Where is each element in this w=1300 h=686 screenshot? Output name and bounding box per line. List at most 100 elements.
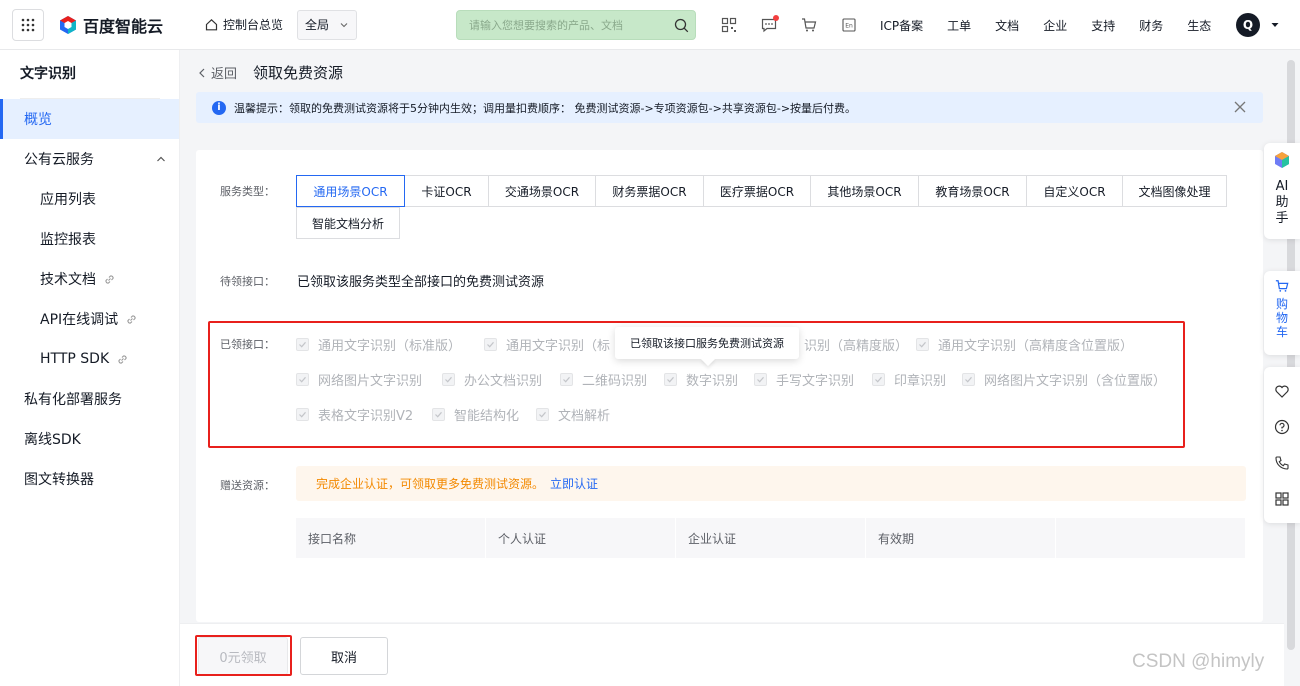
sidebar-item-overview[interactable]: 概览: [0, 99, 179, 139]
claimed-checkbox: 表格文字识别V2: [296, 405, 413, 424]
qrcode-icon[interactable]: [718, 14, 740, 36]
sidebar-item-monitor[interactable]: 监控报表: [0, 219, 179, 259]
search-box[interactable]: [456, 10, 696, 40]
top-icon-group: En: [718, 14, 860, 36]
language-icon[interactable]: En: [838, 14, 860, 36]
sidebar-item-converter[interactable]: 图文转换器: [0, 459, 179, 499]
info-icon: i: [212, 100, 226, 115]
tab-doc-image[interactable]: 文档图像处理: [1122, 175, 1227, 207]
ai-assistant-label: AI助手: [1275, 179, 1289, 226]
sidebar-item-app-list[interactable]: 应用列表: [0, 179, 179, 219]
avatar[interactable]: Q: [1236, 13, 1260, 37]
claimed-checkbox: 智能结构化: [432, 405, 519, 424]
nav-icp[interactable]: ICP备案: [880, 17, 923, 34]
brand-logo[interactable]: 百度智能云: [58, 13, 163, 37]
baidu-cloud-logo-icon: [60, 15, 76, 34]
col-empty: [1056, 518, 1246, 558]
sidebar-item-http-sdk[interactable]: HTTP SDK: [0, 339, 179, 379]
cart-icon[interactable]: [798, 14, 820, 36]
claimed-checkbox: 手写文字识别: [754, 370, 854, 389]
checkmark-icon: [296, 338, 309, 351]
chevron-left-icon: [199, 68, 205, 77]
top-nav: ICP备案 工单 文档 企业 支持 财务 生态: [880, 0, 1235, 50]
region-select[interactable]: 全局: [297, 9, 358, 40]
claim-button[interactable]: 0元领取: [198, 637, 288, 675]
nav-finance[interactable]: 财务: [1139, 17, 1163, 34]
claimed-tooltip: 已领取该接口服务免费测试资源: [615, 327, 799, 359]
resource-table-header: 接口名称 个人认证 企业认证 有效期: [296, 518, 1246, 558]
message-icon[interactable]: [758, 14, 780, 36]
checkmark-icon: [536, 408, 549, 421]
cart-float-button[interactable]: 购物车: [1264, 271, 1300, 355]
checkmark-icon: [872, 373, 885, 386]
checkmark-icon: [296, 373, 309, 386]
pending-text: 已领取该服务类型全部接口的免费测试资源: [297, 275, 545, 290]
gift-banner: 完成企业认证，可领取更多免费测试资源。 立即认证: [296, 466, 1246, 501]
claimed-label: 已领接口：: [220, 338, 275, 351]
verify-link[interactable]: 立即认证: [550, 475, 598, 492]
claimed-checkbox: 通用文字识别（高精度含位置版）: [916, 335, 1133, 354]
sidebar-item-offline-sdk[interactable]: 离线SDK: [0, 419, 179, 459]
claimed-checkbox: 通用文字识别（标准版）: [296, 335, 461, 354]
watermark: CSDN @himyly: [1132, 651, 1265, 672]
nav-enterprise[interactable]: 企业: [1043, 17, 1067, 34]
col-api-name: 接口名称: [296, 518, 486, 558]
checkmark-icon: [560, 373, 573, 386]
ai-assistant-button[interactable]: AI助手: [1264, 143, 1300, 239]
sidebar-item-tech-docs[interactable]: 技术文档: [0, 259, 179, 299]
apps-icon[interactable]: [1274, 491, 1290, 507]
search-icon: [674, 18, 689, 32]
link-icon: [118, 354, 127, 364]
app-grid-button[interactable]: [12, 8, 44, 41]
sidebar-item-api-debug[interactable]: API在线调试: [0, 299, 179, 339]
home-icon: [205, 18, 218, 31]
tab-education-ocr[interactable]: 教育场景OCR: [918, 175, 1027, 207]
console-overview-link[interactable]: 控制台总览: [205, 16, 283, 33]
cancel-button[interactable]: 取消: [300, 637, 388, 675]
back-link[interactable]: 返回: [196, 63, 237, 82]
page-title: 领取免费资源: [253, 64, 344, 82]
page-header: 返回 领取免费资源: [196, 62, 343, 83]
search-input[interactable]: [469, 18, 649, 32]
grid-icon: [21, 18, 35, 31]
chevron-up-icon: [157, 156, 165, 162]
col-personal: 个人认证: [486, 518, 676, 558]
cart-label: 购物车: [1275, 297, 1288, 339]
ai-assistant-icon: [1275, 152, 1289, 168]
brand-name: 百度智能云: [83, 16, 164, 36]
tab-other-ocr[interactable]: 其他场景OCR: [810, 175, 919, 207]
tab-custom-ocr[interactable]: 自定义OCR: [1026, 175, 1123, 207]
checkmark-icon: [484, 338, 497, 351]
claimed-checkbox: 数字识别: [664, 370, 738, 389]
tab-traffic-ocr[interactable]: 交通场景OCR: [488, 175, 596, 207]
tab-card-ocr[interactable]: 卡证OCR: [404, 175, 489, 207]
notification-dot: [773, 15, 779, 21]
tab-medical-ocr[interactable]: 医疗票据OCR: [703, 175, 811, 207]
tab-doc-analysis[interactable]: 智能文档分析: [296, 207, 400, 239]
claimed-checkbox: 识别（高精度版）: [804, 339, 909, 354]
claimed-checkbox: 二维码识别: [560, 370, 647, 389]
close-icon[interactable]: [1233, 100, 1247, 114]
phone-icon[interactable]: [1274, 455, 1290, 471]
svg-text:En: En: [845, 23, 853, 30]
notice-text: 温馨提示：领取的免费测试资源将于5分钟内生效；调用量扣费顺序： 免费测试资源->…: [234, 101, 857, 115]
sidebar-item-private-deploy[interactable]: 私有化部署服务: [0, 379, 179, 419]
heart-icon[interactable]: [1274, 383, 1290, 399]
nav-ecosystem[interactable]: 生态: [1187, 17, 1211, 34]
help-icon[interactable]: [1274, 419, 1290, 435]
checkmark-icon: [916, 338, 929, 351]
tab-general-ocr[interactable]: 通用场景OCR: [296, 175, 405, 207]
claimed-checkbox: 网络图片文字识别: [296, 370, 422, 389]
pending-label: 待领接口：: [220, 275, 275, 288]
nav-docs[interactable]: 文档: [995, 17, 1019, 34]
gift-label: 赠送资源：: [220, 479, 275, 492]
col-enterprise: 企业认证: [676, 518, 866, 558]
claimed-checkbox: 文档解析: [536, 405, 610, 424]
tab-finance-ocr[interactable]: 财务票据OCR: [595, 175, 704, 207]
nav-support[interactable]: 支持: [1091, 17, 1115, 34]
sidebar-item-public-cloud[interactable]: 公有云服务: [0, 139, 179, 179]
caret-down-icon[interactable]: [1270, 20, 1280, 30]
claimed-checkbox: 印章识别: [872, 370, 946, 389]
claimed-checkbox: 网络图片文字识别（含位置版）: [962, 370, 1166, 389]
nav-ticket[interactable]: 工单: [947, 17, 971, 34]
